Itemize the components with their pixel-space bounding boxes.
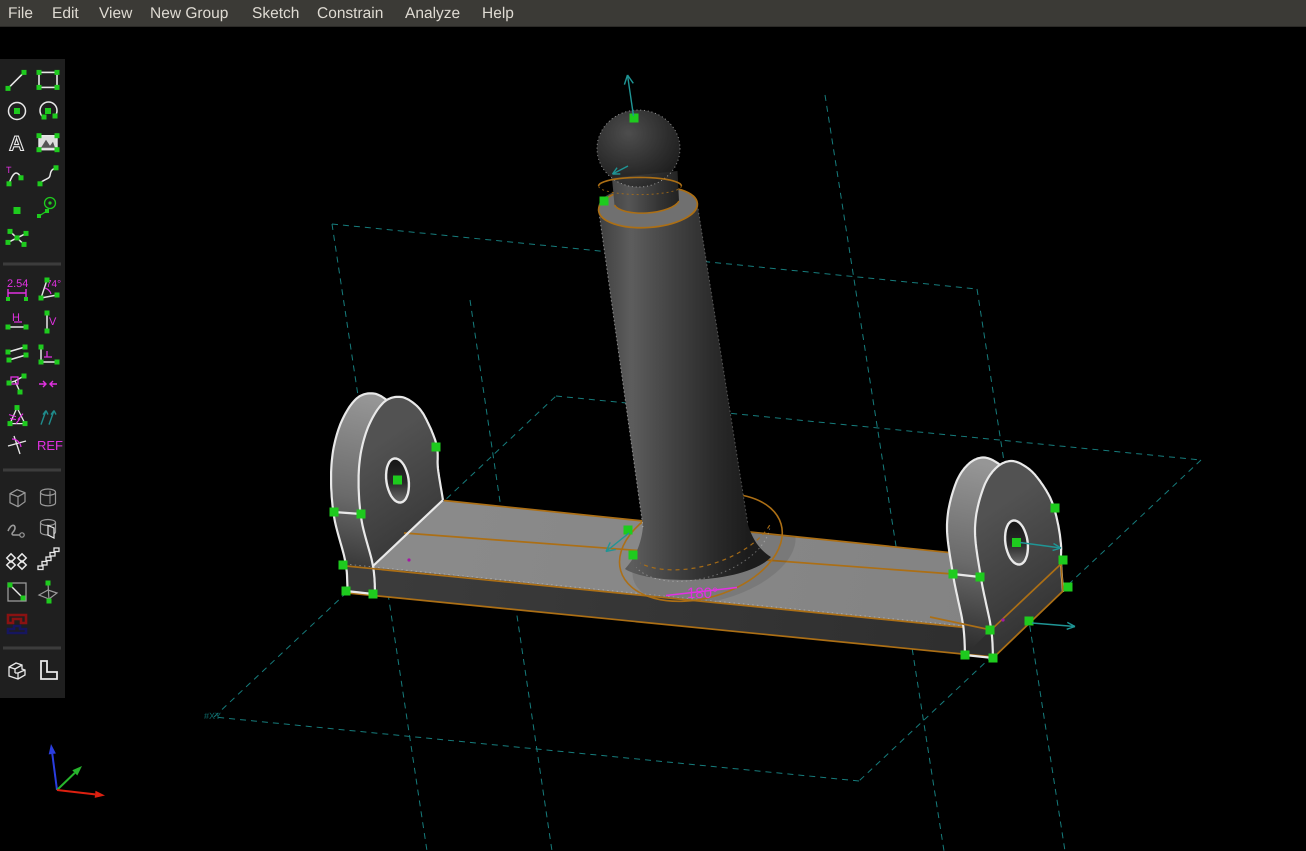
- svg-text:T: T: [6, 165, 12, 175]
- svg-text:V: V: [49, 316, 57, 328]
- svg-text:180°: 180°: [687, 585, 718, 602]
- svg-text:A: A: [9, 133, 24, 156]
- svg-text:#XY: #XY: [204, 711, 221, 721]
- svg-text:2.54: 2.54: [7, 278, 28, 290]
- svg-text:REF: REF: [37, 438, 63, 453]
